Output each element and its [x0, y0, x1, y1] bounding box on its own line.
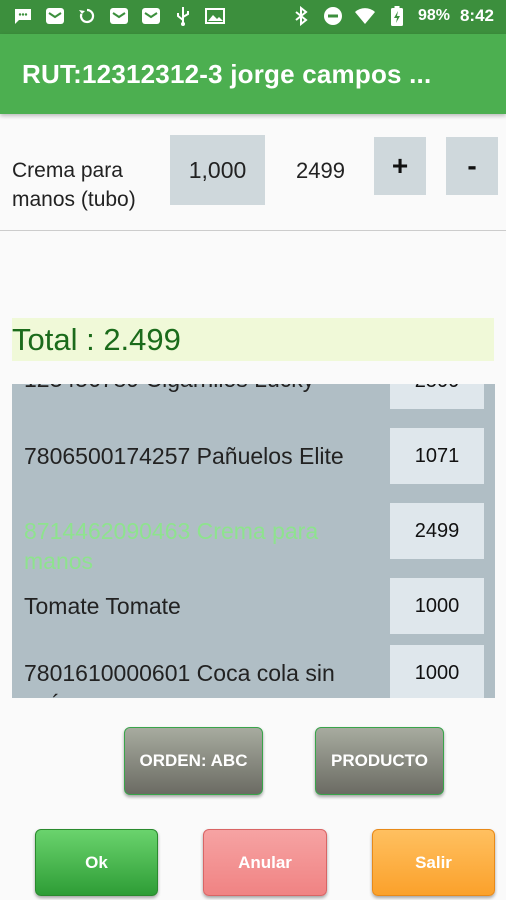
list-item[interactable]: 123456789 Cigarrillos Lucky 2500 [12, 384, 495, 434]
mail-icon [44, 6, 66, 26]
clock: 8:42 [459, 6, 494, 25]
divider [0, 230, 506, 231]
cancel-button[interactable]: Anular [203, 829, 327, 896]
sync-icon [76, 6, 98, 26]
total-label: Total : 2.499 [12, 318, 494, 361]
notification-icons [12, 6, 226, 26]
sort-order-button[interactable]: ORDEN: ABC [124, 727, 263, 795]
product-label: 7801610000601 Coca cola sin azúcar [24, 660, 335, 698]
product-label: Tomate Tomate [24, 593, 181, 619]
battery-percentage: 98% [417, 7, 450, 24]
dnd-icon [322, 6, 344, 26]
status-bar: 98% 8:42 [0, 0, 506, 34]
mail-icon [140, 6, 162, 26]
list-item[interactable]: 7801610000601 Coca cola sin azúcar 1000 [12, 645, 495, 698]
item-price: 2499 [296, 158, 345, 183]
battery-icon [386, 6, 408, 26]
product-label: 7806500174257 Pañuelos Elite [24, 443, 344, 469]
product-list[interactable]: 123456789 Cigarrillos Lucky 2500 7806500… [12, 384, 495, 698]
list-item[interactable]: Tomate Tomate 1000 [12, 578, 495, 648]
bluetooth-icon [290, 6, 312, 26]
list-item[interactable]: 8714462090463 Crema para manos 2499 [12, 503, 495, 574]
product-price-button[interactable]: 1071 [390, 428, 484, 484]
quantity-field[interactable]: 1,000 [170, 135, 265, 205]
product-label: 8714462090463 Crema para manos [24, 518, 319, 574]
item-name: Crema para manos (tubo) [12, 159, 136, 211]
exit-button[interactable]: Salir [372, 829, 495, 896]
decrement-button[interactable]: - [446, 137, 498, 195]
product-price-button[interactable]: 2499 [390, 503, 484, 559]
app-bar: RUT:12312312-3 jorge campos ... [0, 34, 506, 114]
wifi-icon [354, 6, 376, 26]
list-item[interactable]: 7806500174257 Pañuelos Elite 1071 [12, 428, 495, 498]
product-button[interactable]: PRODUCTO [315, 727, 444, 795]
system-status: 98% 8:42 [290, 6, 494, 26]
customer-title: RUT:12312312-3 jorge campos ... [22, 59, 432, 89]
image-icon [204, 6, 226, 26]
usb-icon [172, 6, 194, 26]
ok-button[interactable]: Ok [35, 829, 158, 896]
product-price-button[interactable]: 2500 [390, 384, 484, 409]
chat-icon [12, 6, 34, 26]
mail-icon [108, 6, 130, 26]
product-price-button[interactable]: 1000 [390, 645, 484, 698]
increment-button[interactable]: + [374, 137, 426, 195]
product-label: 123456789 Cigarrillos Lucky [24, 384, 379, 394]
product-price-button[interactable]: 1000 [390, 578, 484, 634]
selected-item-row: Crema para manos (tubo) 1,000 2499 + - [0, 114, 506, 230]
